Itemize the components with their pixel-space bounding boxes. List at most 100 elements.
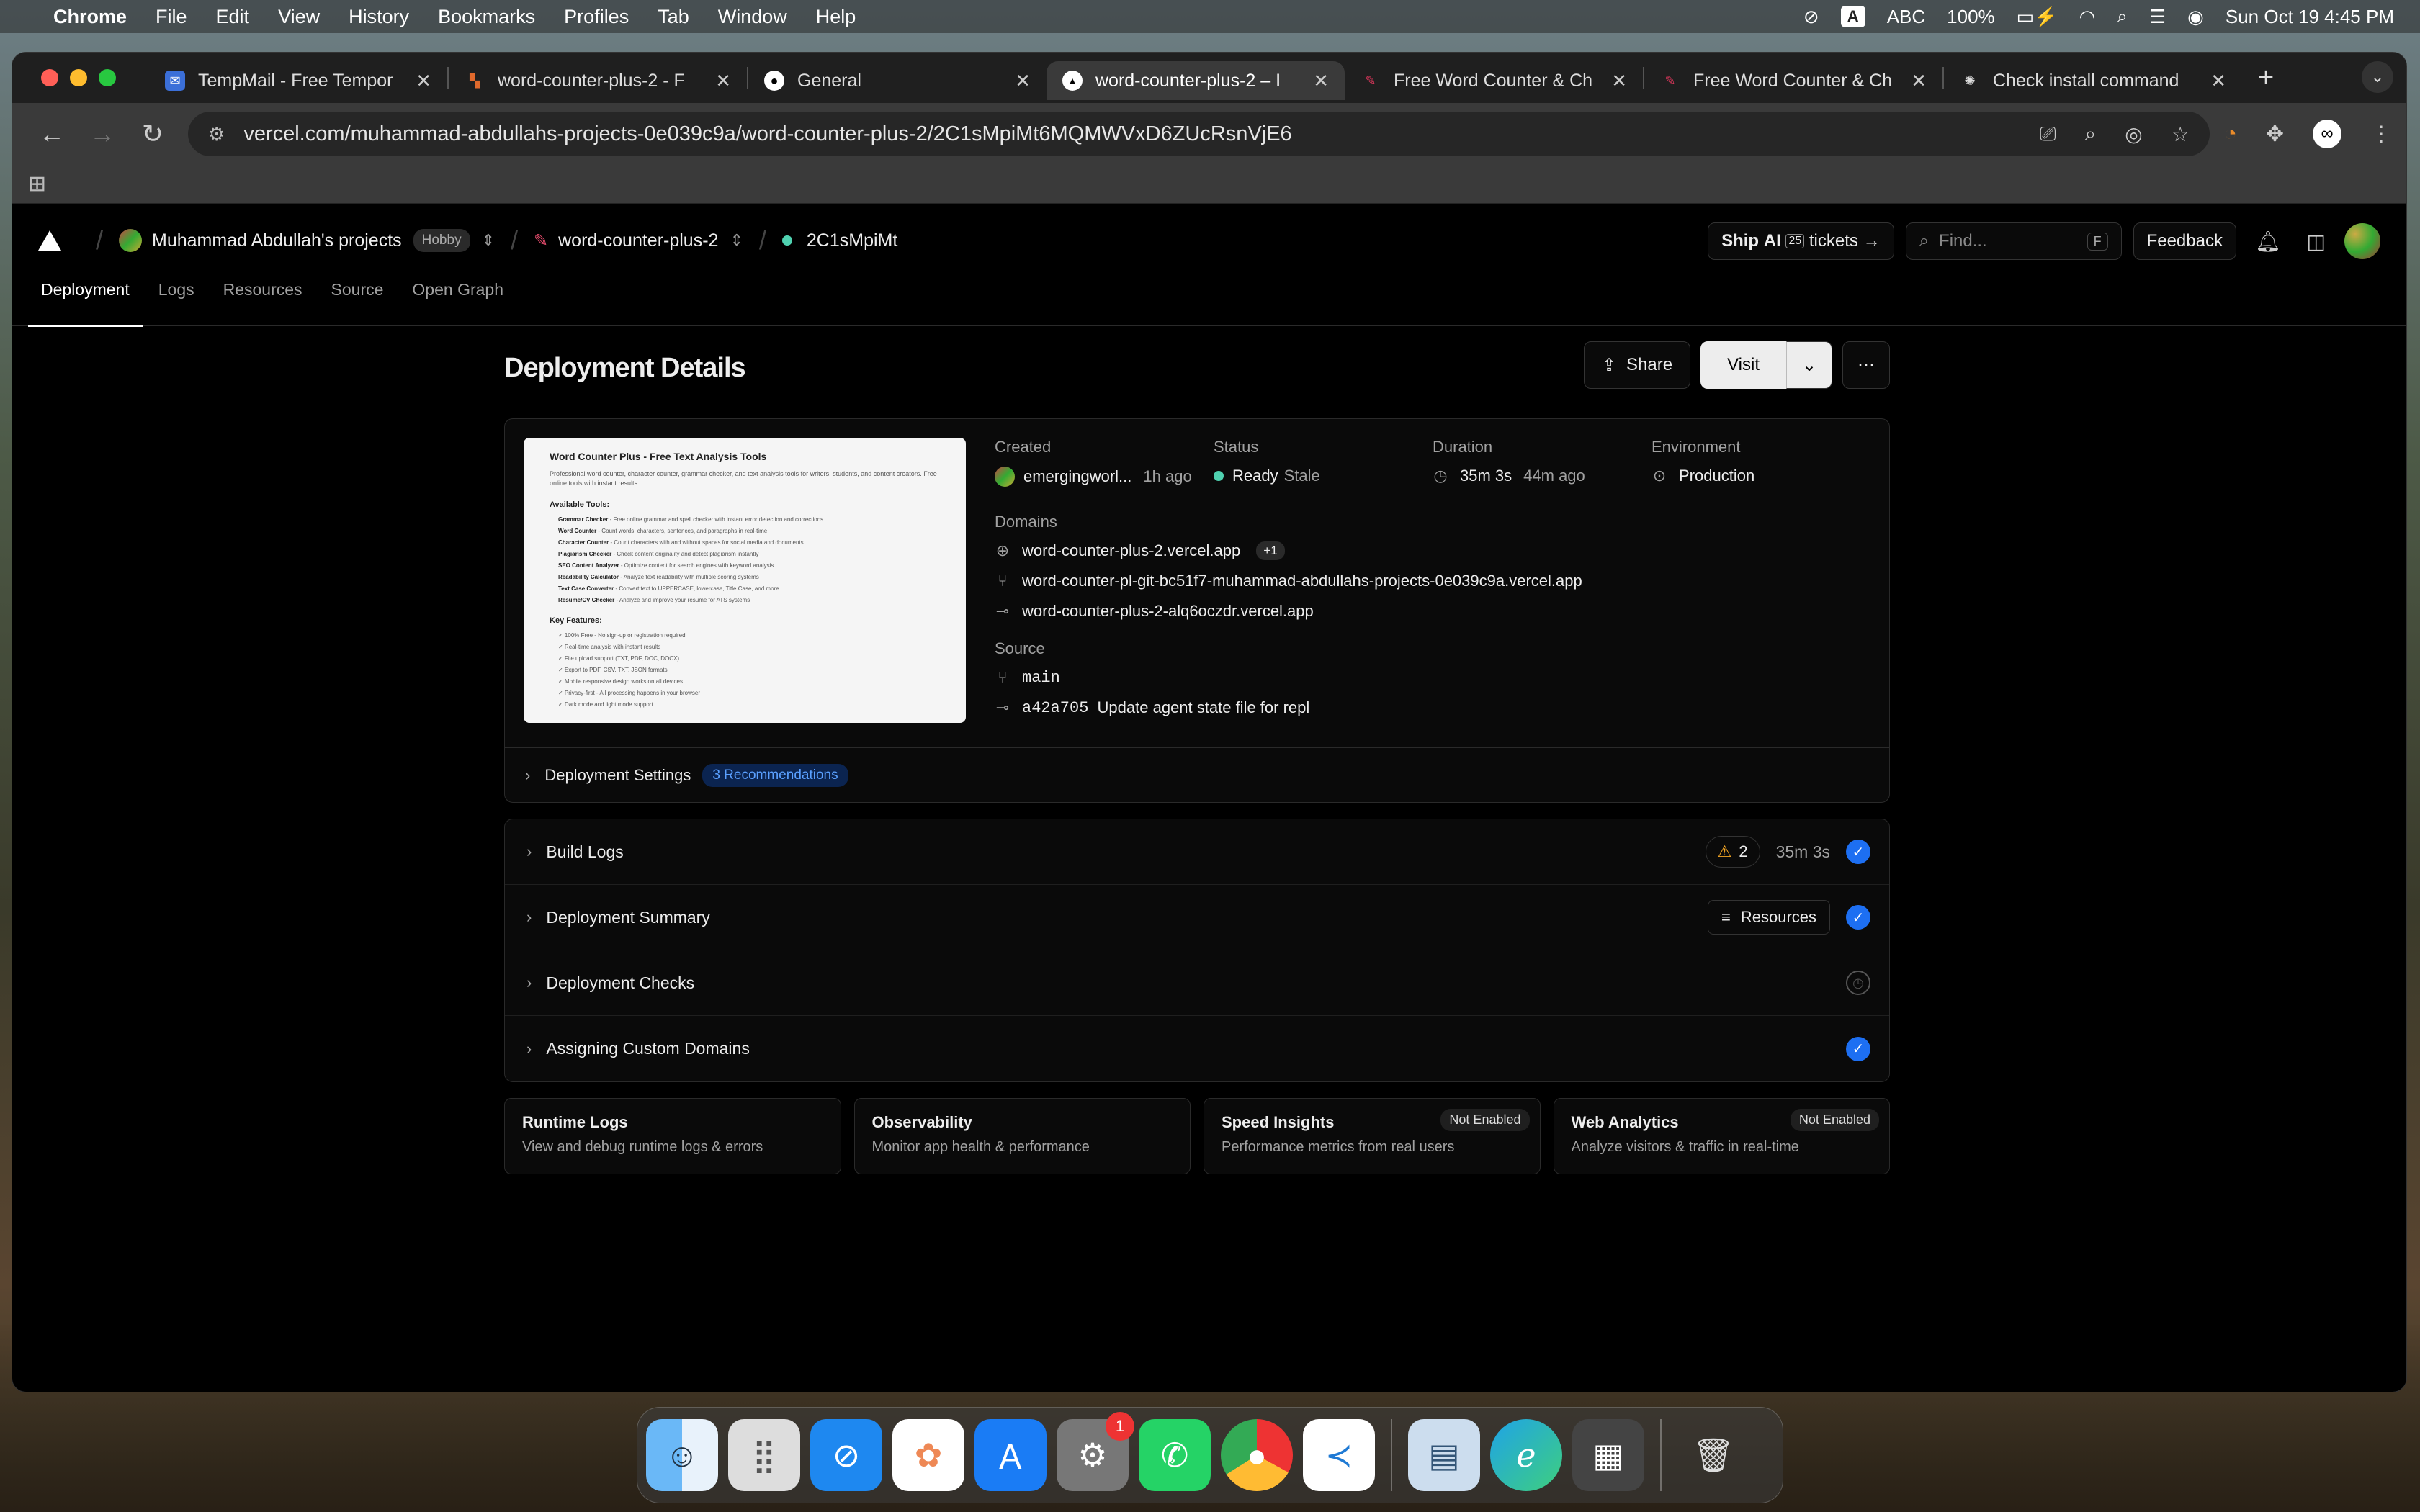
siri-icon[interactable]: ◉ xyxy=(2187,6,2204,28)
domain-link[interactable]: word-counter-pl-git-bc51f7-muhammad-abdu… xyxy=(1022,572,1582,590)
battery-icon[interactable]: ▭⚡ xyxy=(2017,6,2058,28)
docs-book-icon[interactable]: ◫ xyxy=(2307,230,2326,253)
accessibility-icon[interactable]: ⊘ xyxy=(1803,6,1819,28)
url-text[interactable]: vercel.com/muhammad-abdullahs-projects-0… xyxy=(243,122,1291,146)
share-button[interactable]: ⇪ Share xyxy=(1583,341,1691,389)
browser-tab[interactable]: ✉ TempMail - Free Tempor ✕ xyxy=(149,61,447,100)
forward-icon[interactable]: → xyxy=(77,119,127,149)
chrome-menu-icon[interactable]: ⋮ xyxy=(2370,122,2392,147)
whatsapp-icon[interactable]: ✆ xyxy=(1139,1419,1211,1491)
tab-resources[interactable]: Resources xyxy=(223,277,302,326)
extensions-puzzle-icon[interactable]: ✥ xyxy=(2266,122,2284,147)
build-logs-row[interactable]: › Build Logs ⚠ 2 35m 3s ✓ xyxy=(505,819,1889,885)
commit-message[interactable]: Update agent state file for repl xyxy=(1098,698,1310,717)
warnings-badge[interactable]: ⚠ 2 xyxy=(1705,836,1760,868)
tab-search-icon[interactable]: ⌄ xyxy=(2362,61,2393,93)
profile-avatar-icon[interactable]: ∞ xyxy=(2313,120,2341,148)
domain-link[interactable]: word-counter-plus-2-alq6oczdr.vercel.app xyxy=(1022,602,1314,621)
team-name[interactable]: Muhammad Abdullah's projects xyxy=(152,230,402,251)
menu-edit[interactable]: Edit xyxy=(216,6,250,28)
system-settings-icon[interactable]: ⚙ 1 xyxy=(1057,1412,1134,1491)
visit-dropdown-chevron-icon[interactable]: ⌄ xyxy=(1786,341,1832,389)
install-app-icon[interactable]: ⎚ xyxy=(2040,122,2056,146)
more-options-icon[interactable]: ⋯ xyxy=(1842,341,1890,389)
launchpad-icon[interactable]: ⣿ xyxy=(728,1419,800,1491)
ship-tickets-button[interactable]: Ship AI 25 tickets → xyxy=(1708,222,1894,260)
branch-name[interactable]: main xyxy=(1022,669,1060,687)
input-source-label[interactable]: ABC xyxy=(1887,6,1925,28)
browser-tab[interactable]: ✎ Free Word Counter & Ch ✕ xyxy=(1345,61,1643,100)
menu-app-name[interactable]: Chrome xyxy=(53,6,127,28)
tab-open-graph[interactable]: Open Graph xyxy=(412,277,503,326)
deployment-id[interactable]: 2C1sMpiMt xyxy=(807,230,897,251)
domain-link[interactable]: word-counter-plus-2.vercel.app xyxy=(1022,541,1240,560)
preview-icon[interactable]: ▤ xyxy=(1408,1419,1480,1491)
site-settings-icon[interactable]: ⚙ xyxy=(208,123,225,145)
deployment-checks-row[interactable]: › Deployment Checks ◷ xyxy=(505,950,1889,1016)
apps-grid-icon[interactable]: ⊞ xyxy=(28,171,46,197)
zoom-window-button[interactable] xyxy=(99,69,116,86)
browser-tab[interactable]: ● General ✕ xyxy=(748,61,1047,100)
finder-icon[interactable]: ☺ xyxy=(646,1419,718,1491)
menu-bookmarks[interactable]: Bookmarks xyxy=(438,6,535,28)
tab-deployment[interactable]: Deployment xyxy=(28,277,143,327)
chrome-icon[interactable]: ● xyxy=(1221,1419,1293,1491)
address-bar[interactable]: ⚙ vercel.com/muhammad-abdullahs-projects… xyxy=(188,112,2210,156)
notifications-bell-icon[interactable]: 🔔︎ xyxy=(2255,230,2281,253)
find-input[interactable]: ⌕ Find... F xyxy=(1905,222,2122,260)
web-analytics-card[interactable]: Web Analytics Analyze visitors & traffic … xyxy=(1553,1098,1890,1174)
vscode-icon[interactable]: ≺ xyxy=(1303,1419,1375,1491)
calculator-icon[interactable]: ▦ xyxy=(1572,1419,1644,1491)
menu-file[interactable]: File xyxy=(156,6,187,28)
user-avatar[interactable] xyxy=(2344,223,2380,259)
project-switcher-chevron-icon[interactable]: ⇕ xyxy=(730,231,743,250)
resources-button[interactable]: ≡ Resources xyxy=(1708,900,1830,935)
zoom-icon[interactable]: ⌕ xyxy=(2085,122,2097,146)
more-domains-badge[interactable]: +1 xyxy=(1256,541,1285,560)
close-tab-icon[interactable]: ✕ xyxy=(416,70,431,92)
team-switcher-chevron-icon[interactable]: ⇕ xyxy=(482,231,495,250)
observability-card[interactable]: Observability Monitor app health & perfor… xyxy=(853,1098,1191,1174)
menu-view[interactable]: View xyxy=(278,6,320,28)
reload-icon[interactable]: ↻ xyxy=(127,119,178,149)
new-tab-icon[interactable]: + xyxy=(2258,63,2274,94)
commit-hash[interactable]: a42a705 xyxy=(1022,699,1088,717)
close-tab-icon[interactable]: ✕ xyxy=(715,70,731,92)
deployment-preview[interactable]: Word Counter Plus - Free Text Analysis T… xyxy=(524,438,966,723)
clock[interactable]: Sun Oct 19 4:45 PM xyxy=(2226,6,2394,28)
runtime-logs-card[interactable]: Runtime Logs View and debug runtime logs … xyxy=(504,1098,841,1174)
browser-tab-active[interactable]: ▲ word-counter-plus-2 – I ✕ xyxy=(1047,61,1345,100)
bookmark-star-icon[interactable]: ☆ xyxy=(2172,122,2190,146)
photos-icon[interactable]: ✿ xyxy=(892,1419,964,1491)
close-tab-icon[interactable]: ✕ xyxy=(2210,70,2226,92)
extension-icon[interactable]: ◔ xyxy=(2224,122,2237,146)
input-source-icon[interactable]: A xyxy=(1840,6,1865,27)
browser-tab[interactable]: ✎ Free Word Counter & Ch ✕ xyxy=(1644,61,1942,100)
close-tab-icon[interactable]: ✕ xyxy=(1015,70,1031,92)
feedback-button[interactable]: Feedback xyxy=(2133,222,2236,260)
battery-percent[interactable]: 100% xyxy=(1947,6,1995,28)
menu-profiles[interactable]: Profiles xyxy=(564,6,629,28)
minimize-window-button[interactable] xyxy=(70,69,87,86)
close-window-button[interactable] xyxy=(41,69,58,86)
spotlight-icon[interactable]: ⌕ xyxy=(2117,5,2128,28)
close-tab-icon[interactable]: ✕ xyxy=(1313,70,1329,92)
menu-history[interactable]: History xyxy=(349,6,409,28)
tab-logs[interactable]: Logs xyxy=(158,277,194,326)
project-name[interactable]: word-counter-plus-2 xyxy=(558,230,718,251)
tab-source[interactable]: Source xyxy=(331,277,384,326)
browser-tab[interactable]: ✺ Check install command ✕ xyxy=(1944,61,2242,100)
control-center-icon[interactable]: ☰ xyxy=(2149,6,2166,28)
close-tab-icon[interactable]: ✕ xyxy=(1911,70,1927,92)
trash-icon[interactable]: 🗑︎ xyxy=(1677,1419,1749,1491)
speed-insights-card[interactable]: Speed Insights Performance metrics from r… xyxy=(1204,1098,1541,1174)
safari-icon[interactable]: ⊘ xyxy=(810,1419,882,1491)
tracking-hidden-icon[interactable]: ◎ xyxy=(2125,122,2142,146)
deployment-settings-row[interactable]: › Deployment Settings 3 Recommendations xyxy=(505,747,1889,802)
wifi-icon[interactable]: ◠ xyxy=(2079,6,2096,28)
creator-name[interactable]: emergingworl... xyxy=(1023,467,1131,486)
menu-window[interactable]: Window xyxy=(718,6,787,28)
vercel-logo-icon[interactable] xyxy=(38,230,61,251)
menu-help[interactable]: Help xyxy=(816,6,856,28)
menu-tab[interactable]: Tab xyxy=(658,6,689,28)
